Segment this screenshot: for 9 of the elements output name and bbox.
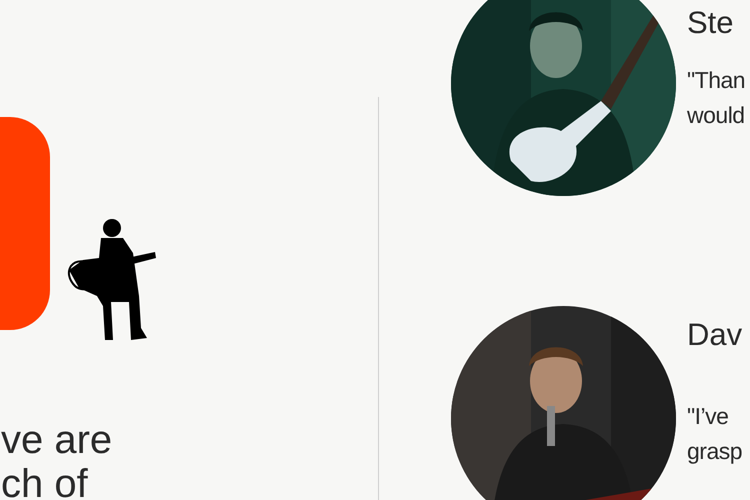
- intro-text: ch of: [1, 462, 88, 500]
- quote-text: would: [687, 101, 745, 130]
- quote-text: grasp: [687, 437, 742, 466]
- person-name: Dav: [687, 316, 742, 354]
- quote-text: "I’ve: [687, 402, 728, 431]
- quote-text: "Than: [687, 66, 746, 95]
- intro-text: ve are: [1, 418, 112, 462]
- guitarist-icon: [67, 218, 157, 343]
- person-name: Ste: [687, 4, 734, 42]
